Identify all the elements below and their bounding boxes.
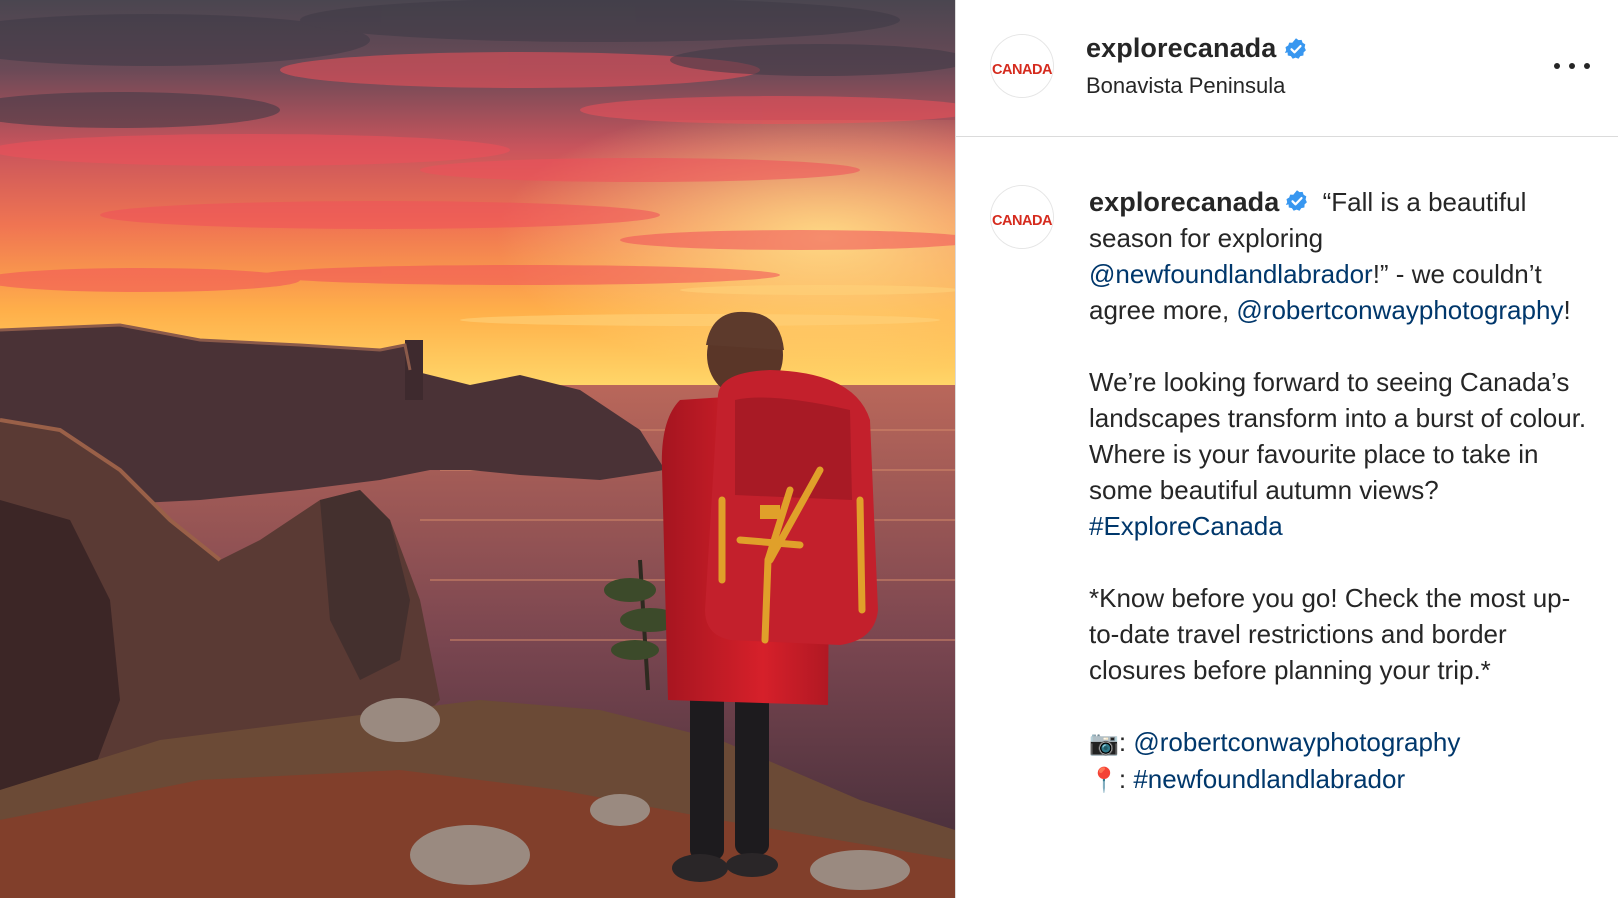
caption-paragraph-2: We’re looking forward to seeing Canada’s… <box>1089 367 1587 541</box>
more-options-icon <box>1554 63 1560 69</box>
camera-emoji: 📷 <box>1089 729 1119 757</box>
post-photo[interactable] <box>0 0 955 898</box>
caption-paragraph-3: *Know before you go! Check the most up-t… <box>1089 583 1571 685</box>
author-username[interactable]: explorecanada <box>1086 33 1276 64</box>
post-side-panel: CANADA explorecanada Bonavista Peninsula <box>955 0 1618 898</box>
verified-badge-icon <box>1284 37 1308 61</box>
more-options-button[interactable] <box>1554 52 1590 80</box>
caption-text: explorecanada “Fall is a beautiful seaso… <box>1089 184 1589 798</box>
pin-emoji: 📍 <box>1089 766 1119 794</box>
instagram-post: CANADA explorecanada Bonavista Peninsula <box>0 0 1618 898</box>
canada-logo-icon: CANADA <box>991 35 1053 97</box>
svg-text:CANADA: CANADA <box>992 213 1053 229</box>
credit-mention-link[interactable]: @robertconwayphotography <box>1133 727 1460 757</box>
post-header: CANADA explorecanada Bonavista Peninsula <box>956 0 1618 137</box>
svg-text:CANADA: CANADA <box>992 62 1053 78</box>
header-username-row: explorecanada <box>1086 33 1308 64</box>
mention-link-robertconwayphotography[interactable]: @robertconwayphotography <box>1236 295 1563 325</box>
location-hashtag-link[interactable]: #newfoundlandlabrador <box>1133 764 1405 794</box>
caption-username[interactable]: explorecanada <box>1089 187 1279 217</box>
caption-credits: 📷: @robertconwayphotography 📍: #newfoundl… <box>1089 727 1461 794</box>
hashtag-link-explorecanada[interactable]: #ExploreCanada <box>1089 511 1283 541</box>
sunset-cliff-hiker-image <box>0 0 955 898</box>
mention-link-newfoundlandlabrador[interactable]: @newfoundlandlabrador <box>1089 259 1373 289</box>
canada-logo-icon: CANADA <box>991 186 1053 248</box>
caption-author-avatar[interactable]: CANADA <box>990 185 1054 249</box>
caption-paragraph-1: explorecanada “Fall is a beautiful seaso… <box>1089 187 1571 325</box>
author-avatar[interactable]: CANADA <box>990 34 1054 98</box>
post-location[interactable]: Bonavista Peninsula <box>1086 73 1285 99</box>
verified-badge-icon <box>1285 189 1309 213</box>
